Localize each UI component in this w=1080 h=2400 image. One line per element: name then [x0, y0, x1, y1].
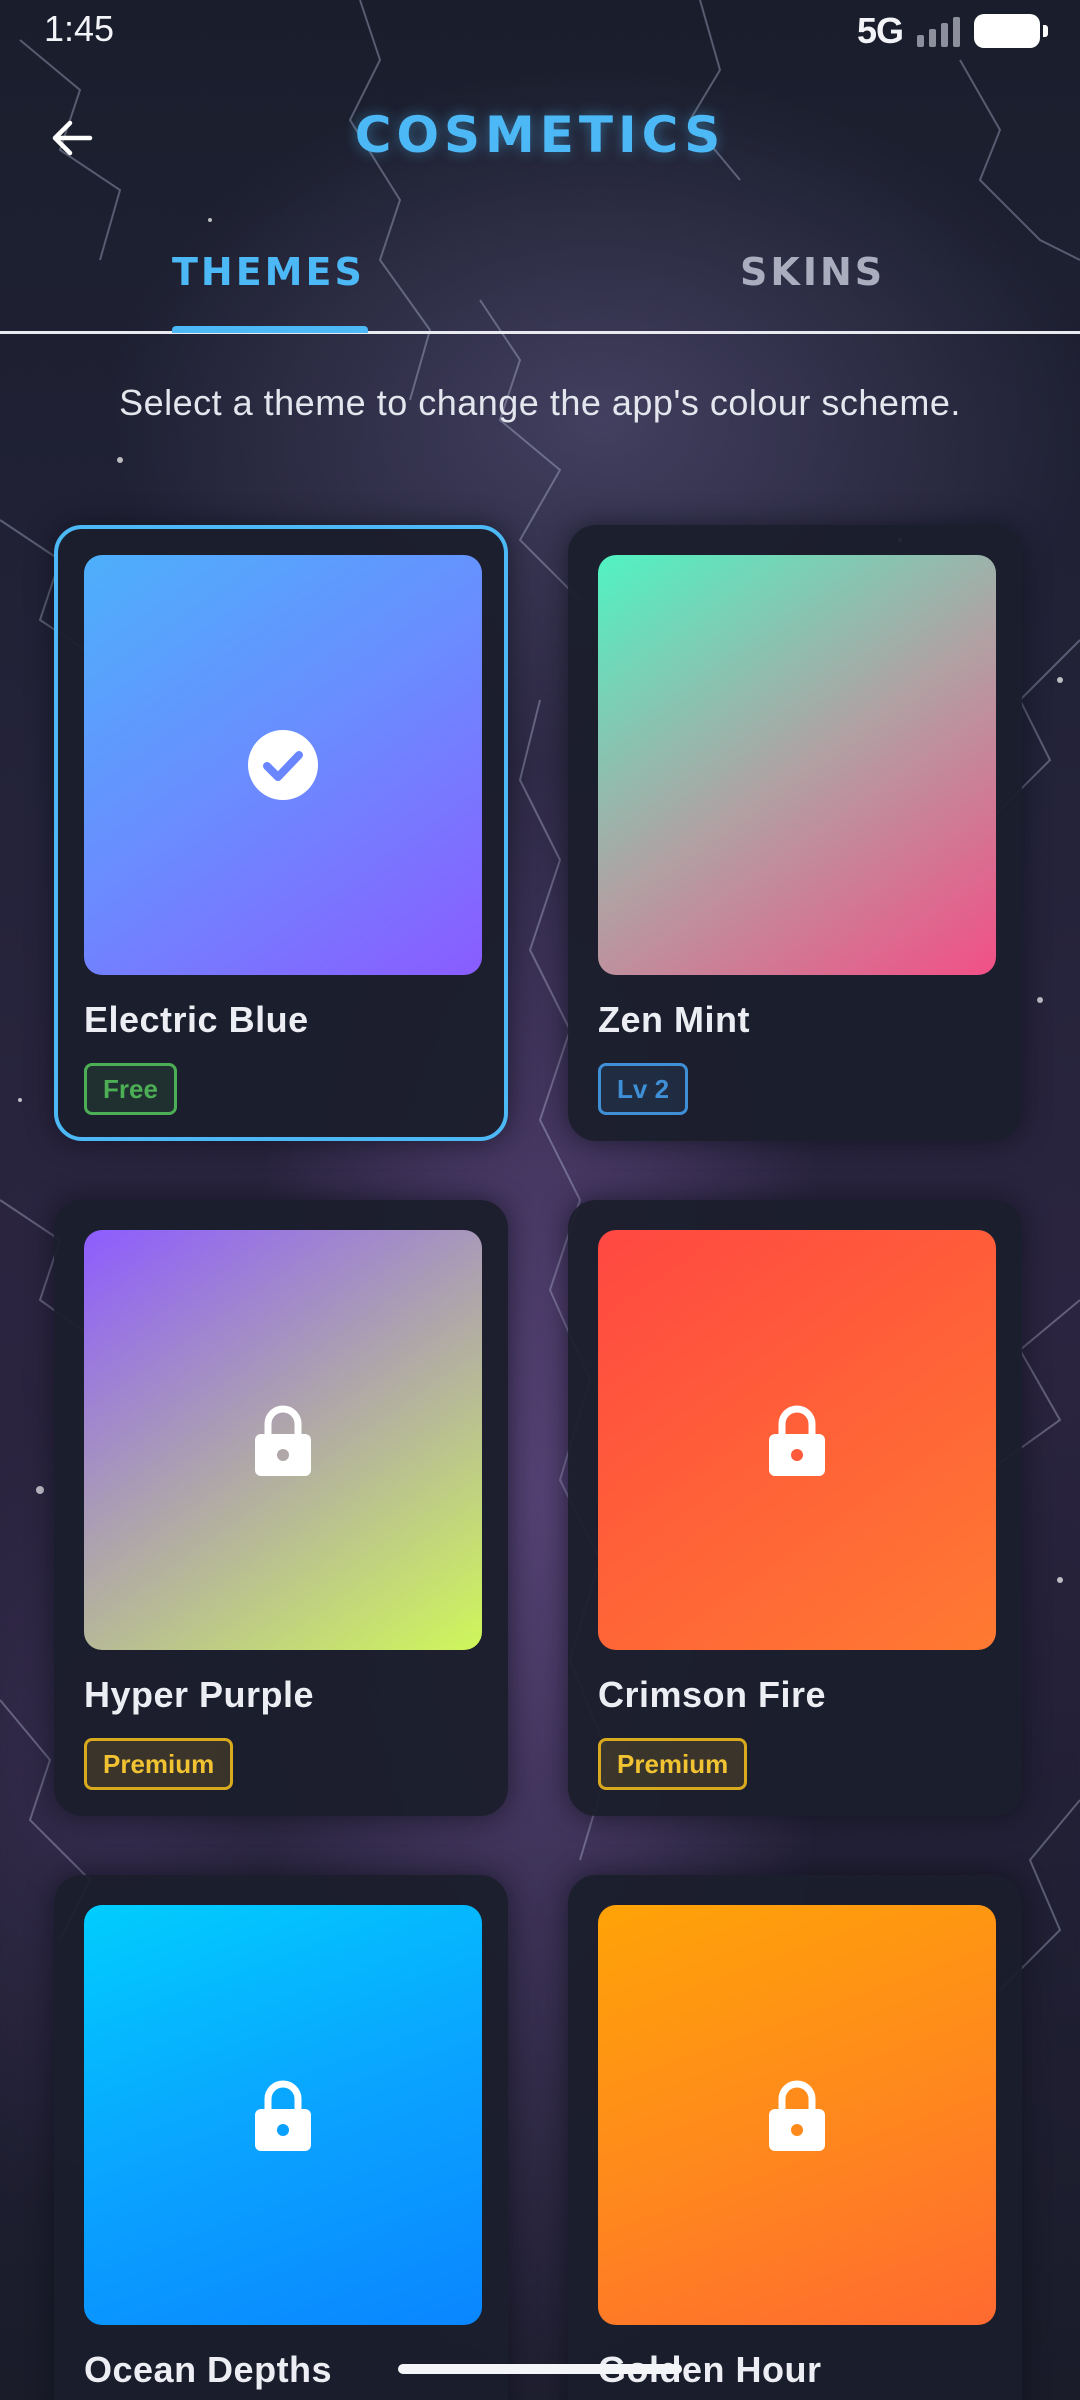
theme-name: Hyper Purple	[84, 1674, 315, 1715]
level-badge: Lv 2	[598, 1063, 689, 1115]
theme-card-electric-blue[interactable]: Electric Blue Free	[54, 525, 508, 1141]
theme-card-crimson-fire[interactable]: Crimson Fire Premium	[568, 1200, 1022, 1816]
theme-name: Crimson Fire	[598, 1674, 827, 1715]
theme-swatch	[84, 1230, 482, 1650]
lock-icon	[769, 1405, 825, 1476]
premium-badge: Premium	[84, 1738, 234, 1790]
network-type: 5G	[856, 10, 904, 51]
status-icons: 5G	[856, 10, 1048, 52]
tab-themes[interactable]: THEMES	[172, 250, 365, 334]
theme-swatch	[598, 1905, 996, 2325]
signal-icon	[917, 15, 960, 47]
theme-card-zen-mint[interactable]: Zen Mint Lv 2	[568, 525, 1022, 1141]
lock-icon	[769, 2080, 825, 2151]
tab-skins[interactable]: SKINS	[740, 250, 885, 334]
theme-card-ocean-depths[interactable]: Ocean Depths	[54, 1875, 508, 2400]
instructions-text: Select a theme to change the app's colou…	[119, 382, 961, 423]
status-bar: 1:45 5G	[0, 0, 1080, 62]
check-circle-icon	[248, 730, 318, 800]
lock-icon	[255, 1405, 311, 1476]
home-indicator[interactable]	[398, 2364, 682, 2374]
status-time: 1:45	[44, 8, 115, 49]
header: COSMETICS	[0, 90, 1080, 180]
premium-badge: Premium	[598, 1738, 748, 1790]
battery-icon	[974, 14, 1048, 48]
theme-swatch	[84, 1905, 482, 2325]
theme-swatch	[598, 555, 996, 975]
lock-icon	[255, 2080, 311, 2151]
price-badge: Free	[84, 1063, 177, 1115]
theme-swatch	[598, 1230, 996, 1650]
theme-swatch	[84, 555, 482, 975]
theme-name: Electric Blue	[84, 999, 309, 1040]
active-tab-indicator	[172, 326, 368, 333]
theme-name: Ocean Depths	[84, 2349, 333, 2390]
page-title: COSMETICS	[354, 106, 726, 164]
theme-card-hyper-purple[interactable]: Hyper Purple Premium	[54, 1200, 508, 1816]
theme-name: Zen Mint	[598, 999, 750, 1040]
tab-bar: THEMES SKINS	[0, 230, 1080, 334]
theme-card-golden-hour[interactable]: Golden Hour	[568, 1875, 1022, 2400]
